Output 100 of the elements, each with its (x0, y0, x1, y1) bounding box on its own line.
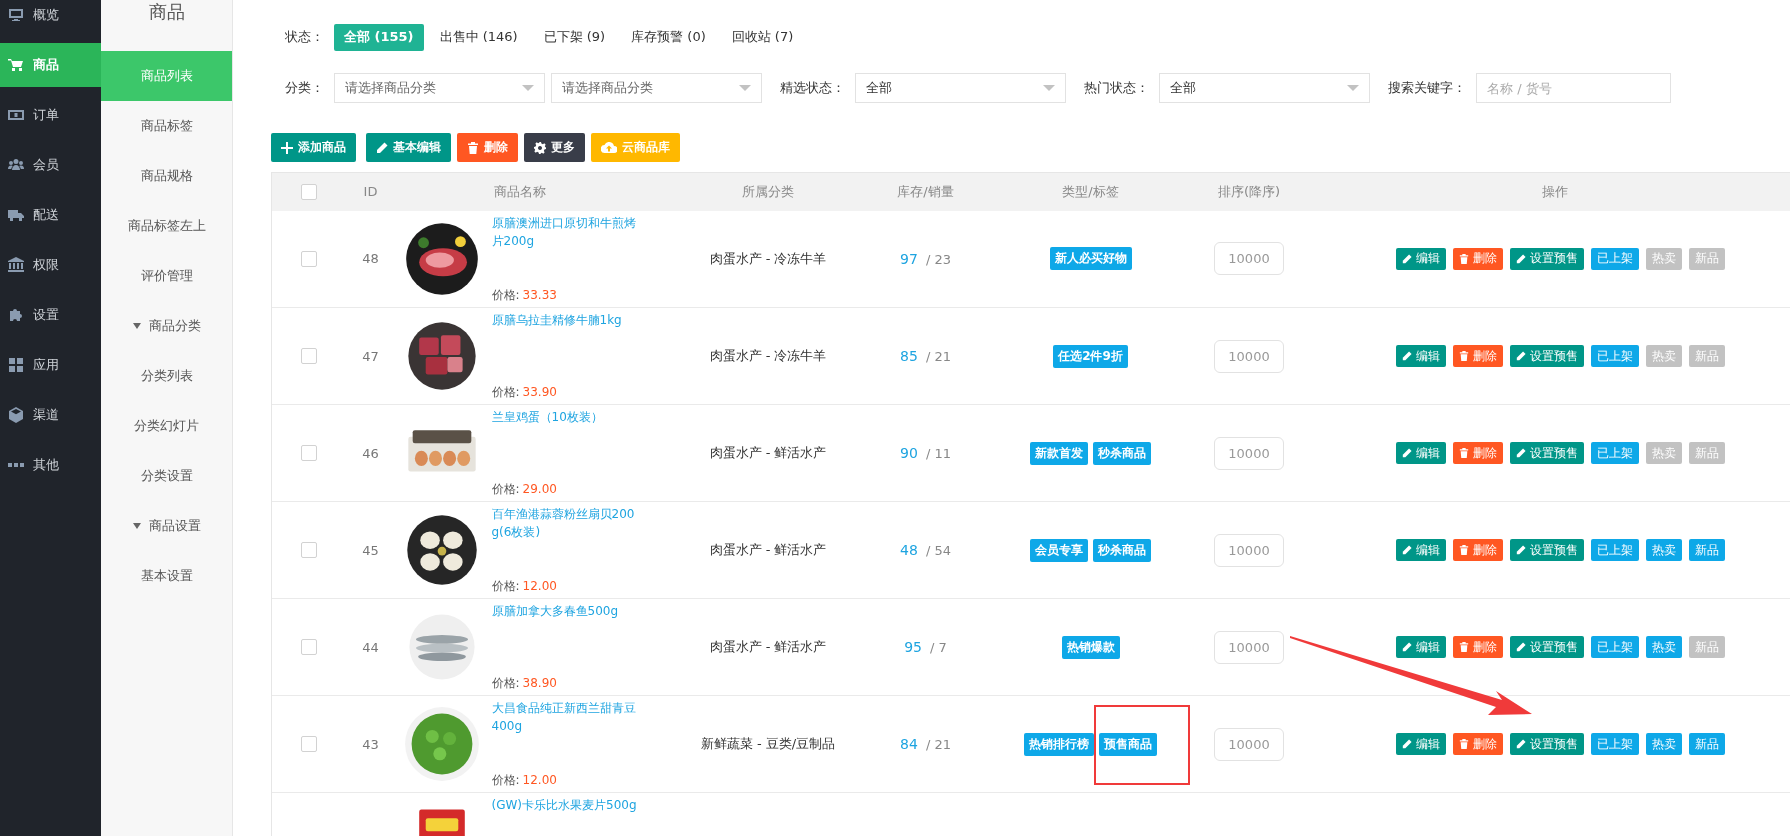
toggle-button[interactable]: 新品 (1688, 539, 1725, 561)
sub-nav-item[interactable]: 基本设置 (101, 551, 232, 601)
category-cell: 肉蛋水产 - 冷冻牛羊 (709, 348, 827, 363)
sub-nav-item[interactable]: 分类设置 (101, 451, 232, 501)
toggle-button[interactable]: 热卖 (1645, 636, 1682, 658)
sub-nav-item[interactable]: 商品列表 (101, 51, 232, 101)
toggle-button[interactable]: 热卖 (1645, 539, 1682, 561)
presale-button[interactable]: 设置预售 (1509, 733, 1584, 755)
column-header: 库存/销量 (897, 183, 954, 199)
tag: 秒杀商品 (1093, 441, 1151, 465)
sub-nav-item[interactable]: 分类幻灯片 (101, 401, 232, 451)
sub-nav-item[interactable]: 商品标签 (101, 101, 232, 151)
delete-button[interactable]: 删除 (457, 133, 518, 162)
sub-nav-item[interactable]: 分类列表 (101, 351, 232, 401)
toggle-button[interactable]: 已上架 (1590, 636, 1639, 658)
edit-button[interactable]: 编辑 (1395, 539, 1446, 561)
nav-item[interactable]: 渠道 (0, 393, 101, 437)
delete-button[interactable]: 删除 (1452, 539, 1503, 561)
product-name-link[interactable]: (GW)卡乐比水果麦片500g (491, 796, 642, 814)
product-name-link[interactable]: 大昌食品纯正新西兰甜青豆400g (491, 699, 642, 735)
product-name-link[interactable]: 百年渔港蒜蓉粉丝扇贝200g(6枚装) (491, 505, 642, 541)
edit-button[interactable]: 编辑 (1395, 442, 1446, 464)
status-tab[interactable]: 回收站 (7) (721, 23, 804, 51)
price-label: 价格: (491, 482, 520, 496)
more-button[interactable]: 更多 (524, 133, 585, 162)
search-field[interactable]: 名称 / 货号 (1476, 73, 1671, 103)
delete-button[interactable]: 删除 (1452, 247, 1503, 270)
status-tab[interactable]: 出售中 (146) (429, 23, 528, 51)
sort-input[interactable]: 10000 (1214, 339, 1284, 373)
add-button[interactable]: 添加商品 (271, 133, 356, 162)
nav-item[interactable]: 商品 (0, 43, 101, 87)
sub-nav-item[interactable]: 商品标签左上 (101, 201, 232, 251)
select-field[interactable]: 全部 (1159, 73, 1370, 103)
id-cell: 48 (362, 251, 379, 267)
toggle-button[interactable]: 新品 (1688, 733, 1725, 755)
price-value: 12.00 (522, 579, 557, 593)
nav-item[interactable]: 权限 (0, 243, 101, 287)
toggle-button[interactable]: 已上架 (1590, 345, 1639, 367)
stock-value: 48 (900, 542, 918, 558)
status-tab[interactable]: 全部 (155) (334, 23, 424, 51)
sort-input[interactable]: 10000 (1214, 436, 1284, 470)
tag: 新人必买好物 (1049, 247, 1132, 271)
column-header: 所属分类 (742, 183, 794, 199)
id-cell: 44 (362, 639, 379, 655)
presale-button[interactable]: 设置预售 (1509, 442, 1584, 464)
tag: 热销排行榜 (1024, 732, 1094, 756)
presale-button[interactable]: 设置预售 (1509, 247, 1584, 270)
delete-button[interactable]: 删除 (1452, 636, 1503, 658)
price-value: 38.90 (522, 676, 557, 690)
product-name-link[interactable]: 原膳加拿大多春鱼500g (491, 602, 642, 620)
filter-label: 分类： (285, 79, 324, 97)
nav-item[interactable]: 会员 (0, 143, 101, 187)
presale-button[interactable]: 设置预售 (1509, 636, 1584, 658)
edit-button[interactable]: 基本编辑 (366, 133, 451, 162)
sub-nav-item[interactable]: 商品规格 (101, 151, 232, 201)
delete-button[interactable]: 删除 (1452, 733, 1503, 755)
presale-button[interactable]: 设置预售 (1509, 539, 1584, 561)
delete-button[interactable]: 删除 (1452, 442, 1503, 464)
nav-item[interactable]: 设置 (0, 293, 101, 337)
product-name-link[interactable]: 原膳澳洲进口原切和牛煎烤片200g (491, 213, 642, 250)
nav-item[interactable]: 应用 (0, 343, 101, 387)
select-field[interactable]: 请选择商品分类 (551, 73, 762, 103)
edit-button[interactable]: 编辑 (1395, 345, 1446, 367)
toggle-button[interactable]: 已上架 (1590, 539, 1639, 561)
edit-button[interactable]: 编辑 (1395, 733, 1446, 755)
sort-input[interactable]: 10000 (1214, 630, 1284, 664)
nav-item[interactable]: 订单 (0, 93, 101, 137)
nav-item[interactable]: 概览 (0, 0, 101, 37)
nav-item[interactable]: 其他 (0, 443, 101, 487)
product-name-link[interactable]: 兰皇鸡蛋（10枚装） (491, 408, 642, 426)
edit-button[interactable]: 编辑 (1395, 247, 1446, 270)
nav-item[interactable]: 配送 (0, 193, 101, 237)
nav-group-toggle[interactable]: 商品设置 (101, 501, 232, 551)
select-field[interactable]: 全部 (855, 73, 1066, 103)
delete-button[interactable]: 删除 (1452, 345, 1503, 367)
category-cell: 肉蛋水产 - 鲜活水产 (709, 542, 827, 557)
toggle-button[interactable]: 已上架 (1590, 442, 1639, 464)
toggle-button[interactable]: 热卖 (1645, 733, 1682, 755)
presale-button[interactable]: 设置预售 (1509, 345, 1584, 367)
tag: 秒杀商品 (1093, 538, 1151, 562)
sort-input[interactable]: 10000 (1214, 242, 1284, 276)
status-tab[interactable]: 已下架 (9) (533, 23, 616, 51)
edit-button[interactable]: 编辑 (1395, 636, 1446, 658)
column-header: ID (363, 184, 378, 200)
column-header: 类型/标签 (1062, 183, 1119, 199)
status-tab[interactable]: 库存预警 (0) (621, 23, 716, 51)
select-field[interactable]: 请选择商品分类 (334, 73, 545, 103)
column-header: 操作 (1541, 183, 1568, 199)
sales-value: / 11 (925, 446, 951, 461)
sub-nav-item[interactable]: 评价管理 (101, 251, 232, 301)
stock-value: 97 (900, 250, 918, 267)
toggle-button[interactable]: 已上架 (1590, 733, 1639, 755)
stock-value: 84 (900, 736, 918, 752)
tag: 新款首发 (1030, 441, 1088, 465)
sort-input[interactable]: 10000 (1214, 727, 1284, 761)
sort-input[interactable]: 10000 (1214, 533, 1284, 567)
nav-group-toggle[interactable]: 商品分类 (101, 301, 232, 351)
product-name-link[interactable]: 原膳乌拉圭精修牛腩1kg (491, 311, 642, 329)
toggle-button[interactable]: 已上架 (1590, 247, 1639, 270)
sales-value: / 54 (925, 543, 951, 558)
